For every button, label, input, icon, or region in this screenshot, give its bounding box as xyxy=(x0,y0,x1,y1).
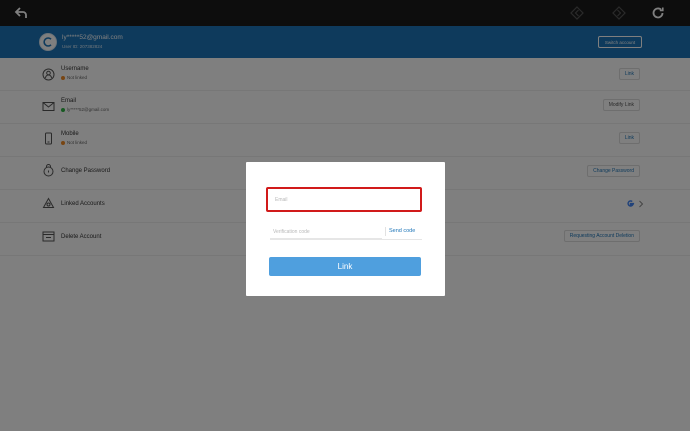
divider xyxy=(385,227,386,236)
link-button[interactable]: Link xyxy=(269,257,421,276)
verification-code-input[interactable] xyxy=(270,225,382,239)
link-email-dialog: Send code Link xyxy=(246,162,445,296)
code-underline xyxy=(270,239,422,240)
send-code-button[interactable]: Send code xyxy=(389,228,415,234)
email-input[interactable] xyxy=(266,187,422,212)
